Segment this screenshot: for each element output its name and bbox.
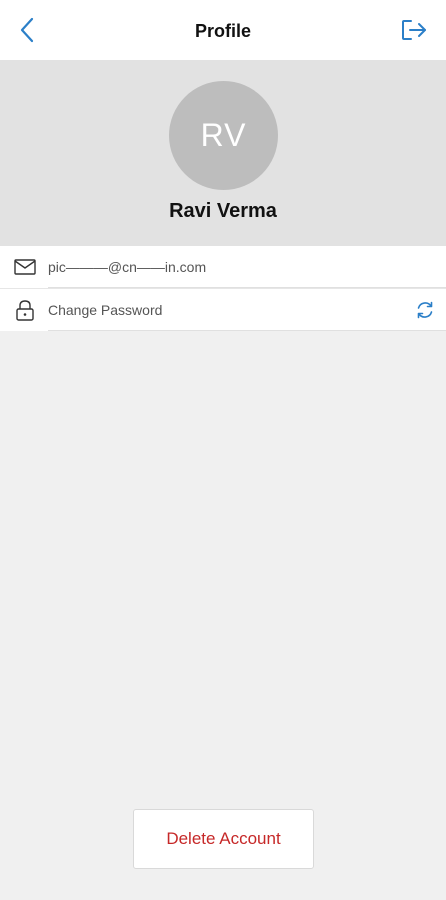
logout-icon [402, 20, 426, 40]
avatar: RV [169, 81, 278, 190]
mail-icon [12, 256, 38, 278]
top-app-bar: Profile [0, 0, 446, 60]
email-row: pic———@cn——in.com [0, 246, 446, 288]
back-button[interactable] [12, 14, 42, 46]
email-value: pic———@cn——in.com [48, 259, 207, 275]
change-password-label: Change Password [48, 302, 163, 318]
refresh-button[interactable] [414, 299, 436, 321]
logout-button[interactable] [398, 14, 430, 46]
page-title: Profile [194, 21, 251, 41]
profile-header: RV Ravi Verma [0, 60, 446, 246]
delete-account-button[interactable]: Delete Account [133, 809, 314, 869]
lock-icon [12, 299, 38, 321]
refresh-icon [417, 301, 433, 319]
avatar-initials: RV [200, 117, 247, 153]
change-password-row[interactable]: Change Password [0, 288, 446, 331]
chevron-left-icon [20, 17, 34, 43]
divider [48, 330, 446, 331]
user-name: Ravi Verma [169, 200, 277, 222]
